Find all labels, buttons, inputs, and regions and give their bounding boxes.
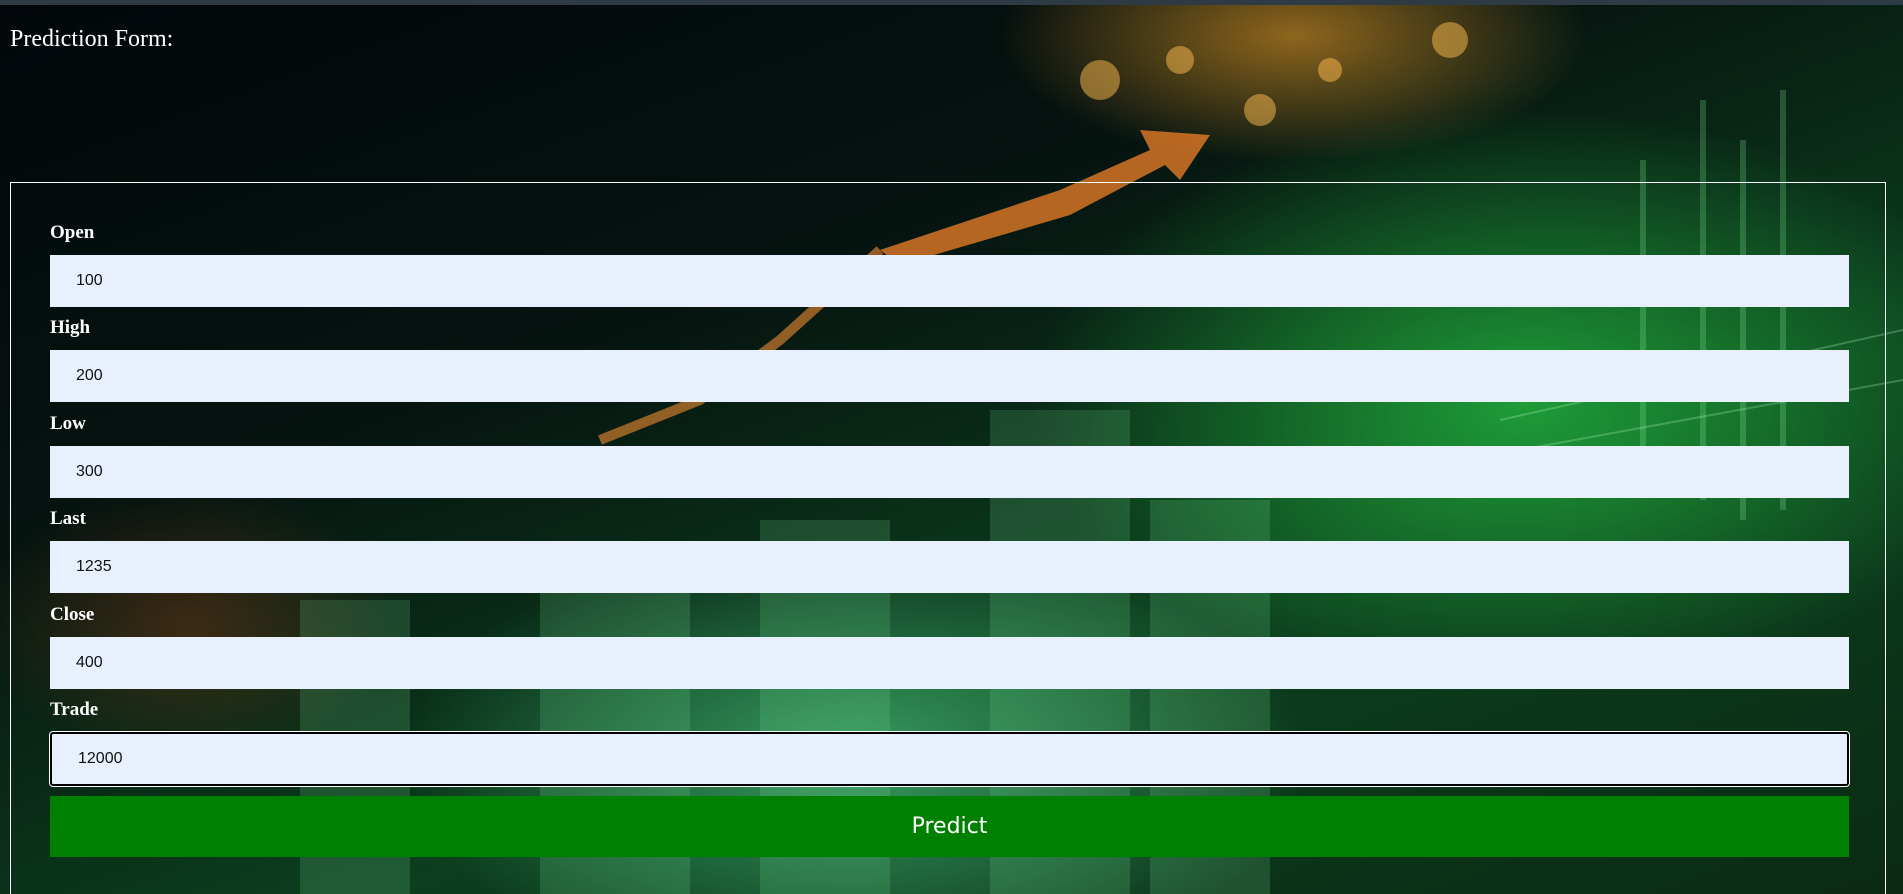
close-input[interactable]	[50, 637, 1849, 689]
high-label: High	[50, 317, 91, 338]
last-input[interactable]	[50, 541, 1849, 593]
high-input[interactable]	[50, 350, 1849, 402]
open-input[interactable]	[50, 255, 1849, 307]
predict-button[interactable]: Predict	[50, 796, 1849, 857]
low-label: Low	[50, 413, 86, 434]
trade-label: Trade	[50, 699, 99, 720]
page-title: Prediction Form:	[10, 26, 174, 52]
close-label: Close	[50, 604, 95, 625]
trade-input[interactable]	[50, 732, 1849, 786]
last-label: Last	[50, 508, 86, 529]
low-input[interactable]	[50, 446, 1849, 498]
open-label: Open	[50, 222, 95, 243]
